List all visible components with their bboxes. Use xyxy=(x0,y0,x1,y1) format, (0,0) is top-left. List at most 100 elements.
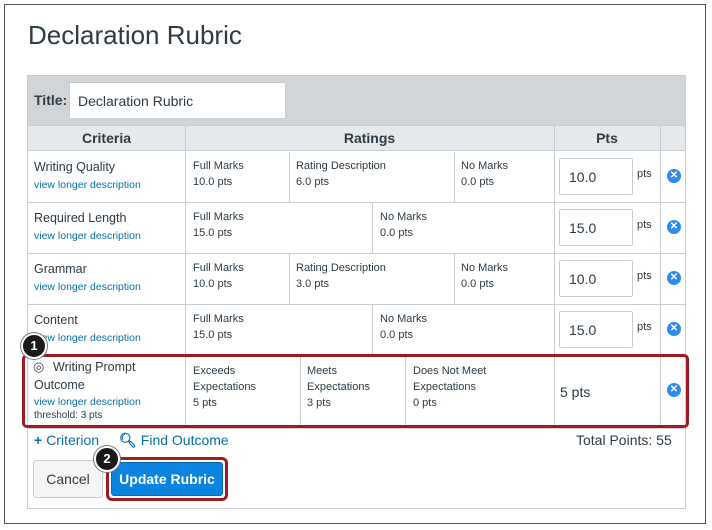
delete-outcome-icon[interactable]: ✕ xyxy=(667,383,681,397)
delete-criterion-icon[interactable]: ✕ xyxy=(667,271,681,285)
delete-criterion-icon[interactable]: ✕ xyxy=(667,169,681,183)
rating-title: Expectations xyxy=(193,381,256,393)
divider xyxy=(372,203,373,253)
outcome-threshold: threshold: 3 pts xyxy=(34,410,103,421)
divider xyxy=(554,126,555,428)
divider xyxy=(28,304,685,305)
criterion-name: Grammar xyxy=(34,262,87,276)
rating-points: 10.0 pts xyxy=(193,176,233,188)
outcome-name-line1: Writing Prompt xyxy=(53,360,136,374)
step-marker-1: 1 xyxy=(21,333,47,359)
rubric-title-bar: Title: xyxy=(28,76,685,126)
criterion-name: Content xyxy=(34,313,78,327)
rating-points: 0.0 pts xyxy=(380,329,414,341)
criterion-name: Required Length xyxy=(34,211,127,225)
rating-cell[interactable]: No Marks 0.0 pts xyxy=(380,209,427,241)
divider xyxy=(185,126,186,428)
ratings-column-header: Ratings xyxy=(185,126,554,151)
rating-points: 0.0 pts xyxy=(461,278,495,290)
actions-column-header xyxy=(660,126,685,151)
rating-points: 0 pts xyxy=(413,397,437,409)
points-input[interactable] xyxy=(559,158,633,195)
points-input[interactable] xyxy=(559,260,633,297)
divider xyxy=(405,356,406,428)
rating-points: 15.0 pts xyxy=(193,329,233,341)
rating-cell[interactable]: Full Marks 10.0 pts xyxy=(193,158,244,190)
divider xyxy=(289,152,290,202)
rating-points: 10.0 pts xyxy=(193,278,233,290)
divider xyxy=(28,202,685,203)
title-label: Title: xyxy=(34,92,68,108)
update-button-highlight: Update Rubric xyxy=(106,457,228,501)
rating-cell[interactable]: Full Marks 15.0 pts xyxy=(193,311,244,343)
rating-cell[interactable]: Rating Description 6.0 pts xyxy=(296,158,386,190)
pts-column-header: Pts xyxy=(554,126,660,151)
view-description-link[interactable]: view longer description xyxy=(34,332,141,344)
pts-suffix: pts xyxy=(637,219,652,231)
points-input[interactable] xyxy=(559,311,633,348)
add-criterion-label: Criterion xyxy=(46,432,100,448)
outcome-points: 5 pts xyxy=(560,384,591,400)
rating-cell[interactable]: Rating Description 3.0 pts xyxy=(296,260,386,292)
divider xyxy=(289,254,290,304)
view-description-link[interactable]: view longer description xyxy=(34,230,141,242)
divider xyxy=(300,356,301,428)
update-rubric-button[interactable]: Update Rubric xyxy=(111,462,223,496)
step-marker-2: 2 xyxy=(94,446,120,472)
rating-cell[interactable]: No Marks 0.0 pts xyxy=(380,311,427,343)
rating-title: Full Marks xyxy=(193,313,244,325)
divider xyxy=(660,126,661,428)
divider xyxy=(28,355,685,356)
rating-cell[interactable]: Does Not Meet Expectations 0 pts xyxy=(413,363,486,411)
rating-points: 5 pts xyxy=(193,397,217,409)
rating-cell[interactable]: No Marks 0.0 pts xyxy=(461,260,508,292)
view-description-link[interactable]: view longer description xyxy=(34,396,141,408)
rating-title: Does Not Meet xyxy=(413,365,487,377)
rating-points: 15.0 pts xyxy=(193,227,233,239)
rating-title: No Marks xyxy=(461,160,509,172)
rating-points: 3 pts xyxy=(307,397,331,409)
find-outcome-button[interactable]: 🔍︎ Find Outcome xyxy=(119,432,229,449)
rating-title: Full Marks xyxy=(193,211,244,223)
criteria-column-header: Criteria xyxy=(28,126,185,151)
rating-title: Meets xyxy=(307,365,337,377)
page-title: Declaration Rubric xyxy=(28,20,242,50)
rating-points: 0.0 pts xyxy=(380,227,414,239)
delete-criterion-icon[interactable]: ✕ xyxy=(667,220,681,234)
rating-points: 3.0 pts xyxy=(296,278,330,290)
rating-title: Full Marks xyxy=(193,262,244,274)
rating-title: No Marks xyxy=(380,211,428,223)
rating-points: 6.0 pts xyxy=(296,176,330,188)
pts-suffix: pts xyxy=(637,270,652,282)
rating-title: No Marks xyxy=(380,313,428,325)
pts-suffix: pts xyxy=(637,168,652,180)
rating-cell[interactable]: Full Marks 10.0 pts xyxy=(193,260,244,292)
points-input[interactable] xyxy=(559,209,633,246)
rating-points: 0.0 pts xyxy=(461,176,495,188)
view-description-link[interactable]: view longer description xyxy=(34,179,141,191)
outcome-name-line2: Outcome xyxy=(34,378,85,392)
rubric-title-input[interactable] xyxy=(69,82,286,119)
rating-cell[interactable]: Meets Expectations 3 pts xyxy=(307,363,370,411)
pts-suffix: pts xyxy=(637,321,652,333)
delete-criterion-icon[interactable]: ✕ xyxy=(667,322,681,336)
rating-title: Expectations xyxy=(307,381,370,393)
rating-title: Full Marks xyxy=(193,160,244,172)
add-criterion-button[interactable]: + Criterion xyxy=(34,432,99,448)
divider xyxy=(372,305,373,355)
cancel-button[interactable]: Cancel xyxy=(33,460,103,498)
rating-cell[interactable]: No Marks 0.0 pts xyxy=(461,158,508,190)
rating-cell[interactable]: Exceeds Expectations 5 pts xyxy=(193,363,256,411)
rating-title: Rating Description xyxy=(296,160,386,172)
rating-title: No Marks xyxy=(461,262,509,274)
divider xyxy=(28,253,685,254)
plus-icon: + xyxy=(34,432,43,448)
view-description-link[interactable]: view longer description xyxy=(34,281,141,293)
divider xyxy=(454,254,455,304)
rating-title: Expectations xyxy=(413,381,476,393)
find-outcome-label: Find Outcome xyxy=(140,432,229,448)
rating-title: Exceeds xyxy=(193,365,236,377)
rating-cell[interactable]: Full Marks 15.0 pts xyxy=(193,209,244,241)
divider xyxy=(454,152,455,202)
rating-title: Rating Description xyxy=(296,262,386,274)
